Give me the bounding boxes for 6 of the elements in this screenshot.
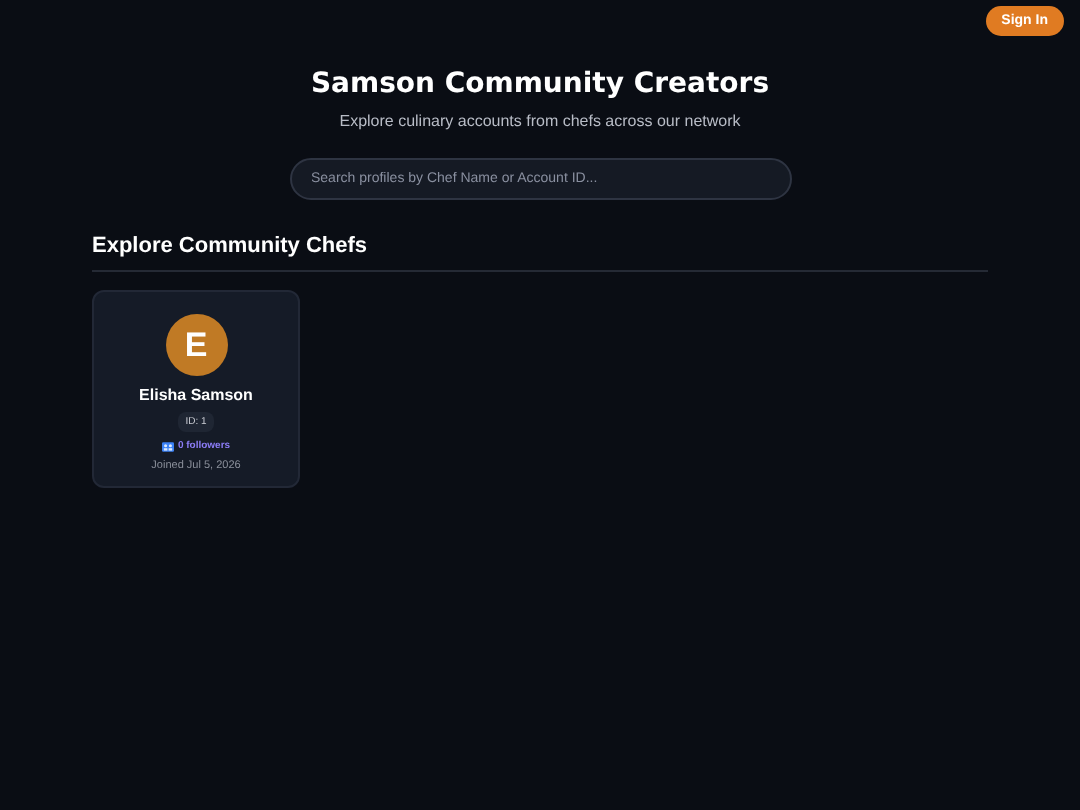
chef-name: Elisha Samson	[139, 386, 253, 404]
people-icon	[161, 441, 174, 451]
page-title: Samson Community Creators	[310, 68, 770, 100]
page-subtitle: Explore culinary accounts from chefs across our network	[339, 112, 741, 130]
section-title: Explore Community Chefs	[92, 234, 370, 258]
avatar-initial: E	[165, 314, 227, 376]
